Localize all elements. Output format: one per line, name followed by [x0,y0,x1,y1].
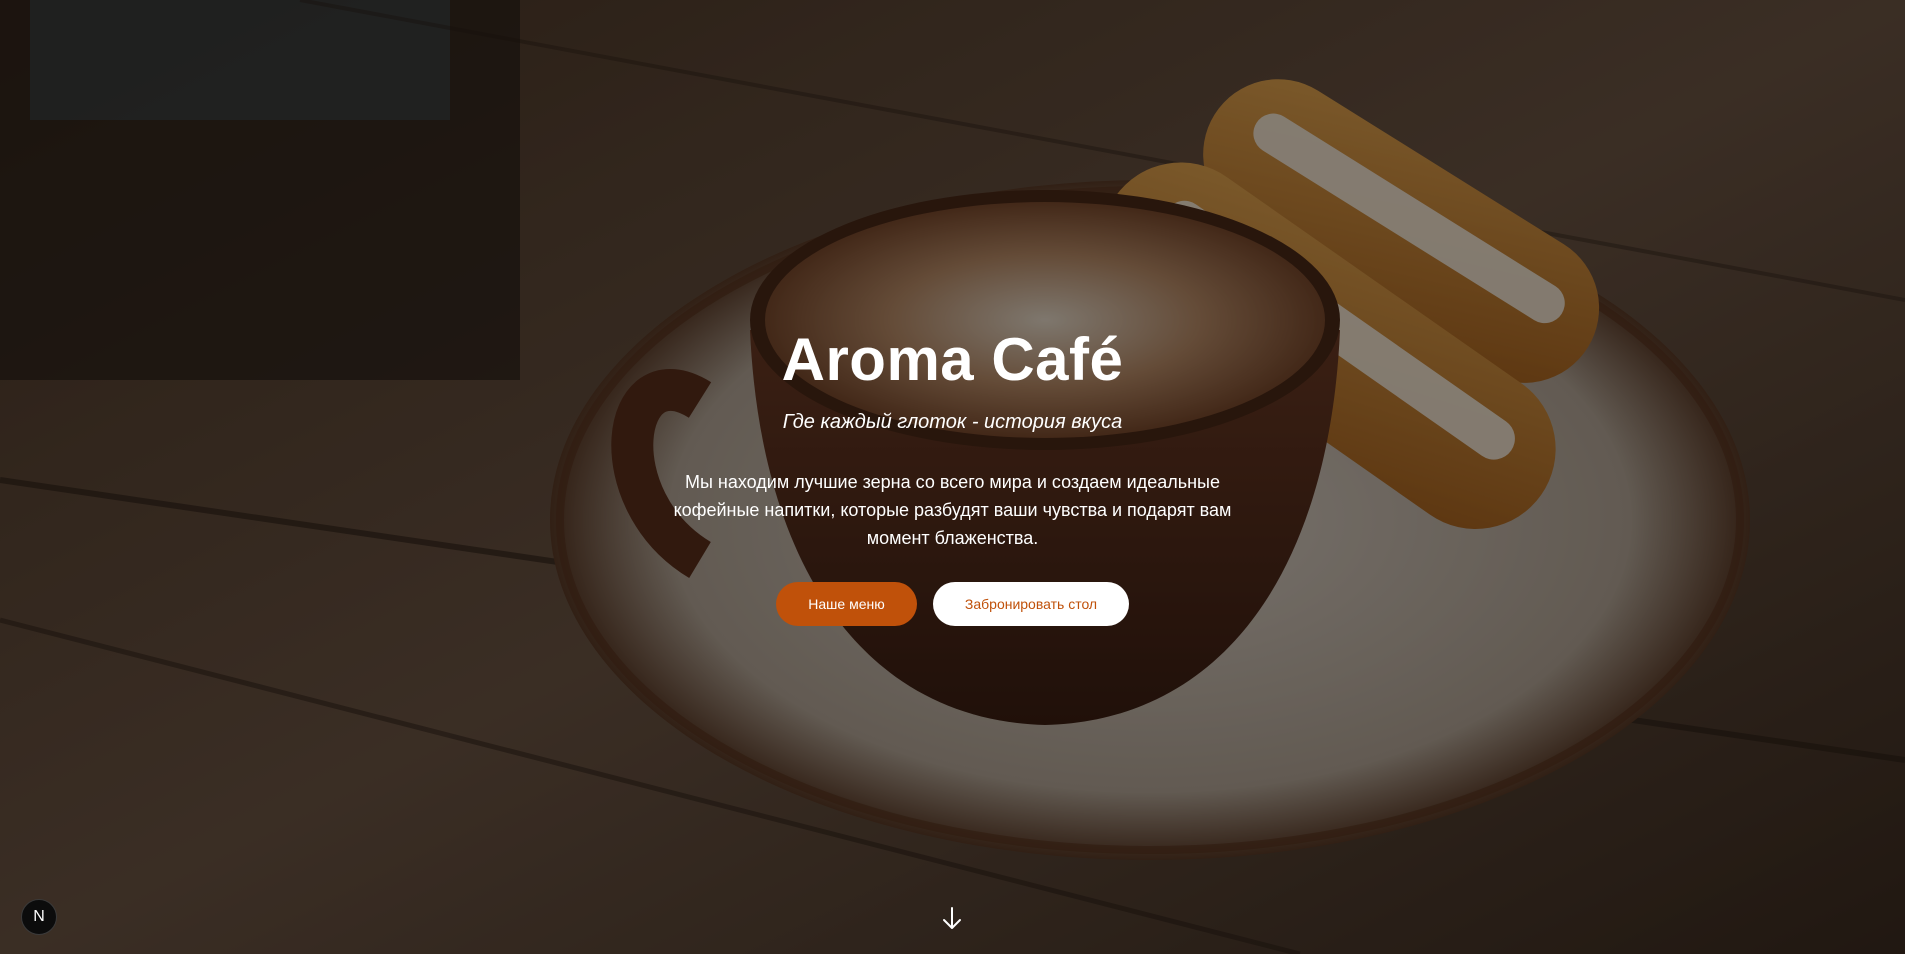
hero-description: Мы находим лучшие зерна со всего мира и … [673,472,1232,548]
hero-buttons: Наше меню Забронировать стол [0,582,1905,626]
hero-subtitle: Где каждый глоток - история вкуса [782,411,1123,433]
hero-section: Aroma Café Где каждый глоток - история в… [0,0,1905,954]
hero-title: Aroma Café [781,326,1124,393]
reserve-table-button[interactable]: Забронировать стол [933,582,1129,626]
badge-letter: N [33,908,45,925]
arrow-down-icon[interactable] [941,906,963,932]
hero-content: Aroma Café Где каждый глоток - история в… [0,320,1905,626]
nextjs-dev-badge[interactable]: N [21,899,57,935]
menu-button[interactable]: Наше меню [776,582,917,626]
